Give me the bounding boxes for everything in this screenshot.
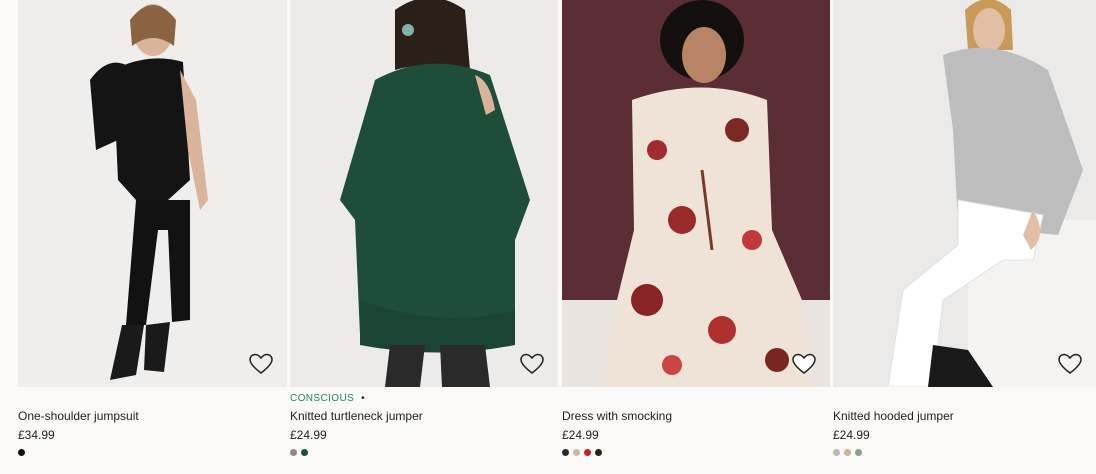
product-name[interactable]: Knitted hooded jumper xyxy=(833,409,1096,424)
product-card[interactable]: Dress with smocking £24.99 xyxy=(562,0,830,474)
color-swatch[interactable] xyxy=(844,449,851,456)
product-meta: One-shoulder jumpsuit £34.99 xyxy=(18,388,287,456)
conscious-tag: CONSCIOUS xyxy=(290,393,355,404)
color-swatch[interactable] xyxy=(290,449,297,456)
tag-separator: • xyxy=(361,393,366,404)
product-image[interactable] xyxy=(290,0,558,387)
product-tag-row xyxy=(562,388,830,409)
product-name[interactable]: Dress with smocking xyxy=(562,409,830,424)
color-swatches xyxy=(290,449,558,456)
product-price: £24.99 xyxy=(290,428,327,442)
color-swatch[interactable] xyxy=(301,449,308,456)
color-swatch[interactable] xyxy=(855,449,862,456)
color-swatch[interactable] xyxy=(573,449,580,456)
color-swatch[interactable] xyxy=(18,449,25,456)
favourite-heart-icon[interactable] xyxy=(249,353,273,375)
product-tag-row: CONSCIOUS • xyxy=(290,388,558,409)
product-tag-row xyxy=(833,388,1096,409)
product-tag-row xyxy=(18,388,287,409)
favourite-heart-icon[interactable] xyxy=(792,353,816,375)
product-price: £24.99 xyxy=(562,428,599,442)
product-meta: Knitted hooded jumper £24.99 xyxy=(833,388,1096,456)
favourite-heart-icon[interactable] xyxy=(1058,353,1082,375)
product-meta: Dress with smocking £24.99 xyxy=(562,388,830,456)
product-price: £24.99 xyxy=(833,428,870,442)
favourite-heart-icon[interactable] xyxy=(520,353,544,375)
product-meta: CONSCIOUS • Knitted turtleneck jumper £2… xyxy=(290,388,558,456)
color-swatches xyxy=(562,449,830,456)
color-swatch[interactable] xyxy=(562,449,569,456)
product-card[interactable]: Knitted hooded jumper £24.99 xyxy=(833,0,1096,474)
product-name[interactable]: Knitted turtleneck jumper xyxy=(290,409,558,424)
product-image[interactable] xyxy=(562,0,830,387)
product-card[interactable]: One-shoulder jumpsuit £34.99 xyxy=(18,0,287,474)
color-swatches xyxy=(833,449,1096,456)
product-price: £34.99 xyxy=(18,428,55,442)
product-image[interactable] xyxy=(18,0,287,387)
product-name[interactable]: One-shoulder jumpsuit xyxy=(18,409,287,424)
product-image[interactable] xyxy=(833,0,1096,387)
color-swatch[interactable] xyxy=(584,449,591,456)
product-card[interactable]: CONSCIOUS • Knitted turtleneck jumper £2… xyxy=(290,0,558,474)
color-swatches xyxy=(18,449,287,456)
color-swatch[interactable] xyxy=(595,449,602,456)
color-swatch[interactable] xyxy=(833,449,840,456)
